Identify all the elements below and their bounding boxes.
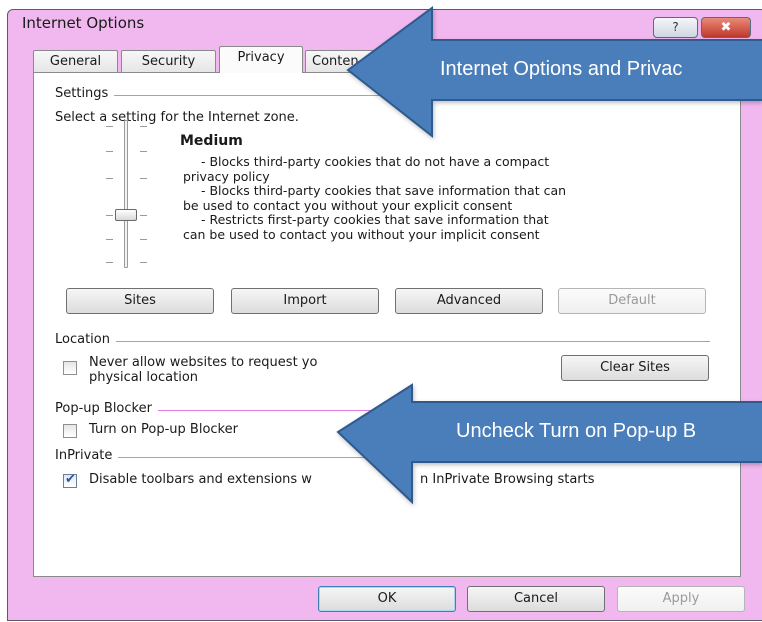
bottom-arrow-text: Uncheck Turn on Pop-up B [456, 420, 697, 442]
tab-privacy[interactable]: Privacy [219, 46, 303, 73]
top-arrow-text: Internet Options and Privac [440, 58, 683, 80]
annotation-arrows [336, 6, 762, 505]
bottom-annotation-arrow [336, 383, 762, 505]
